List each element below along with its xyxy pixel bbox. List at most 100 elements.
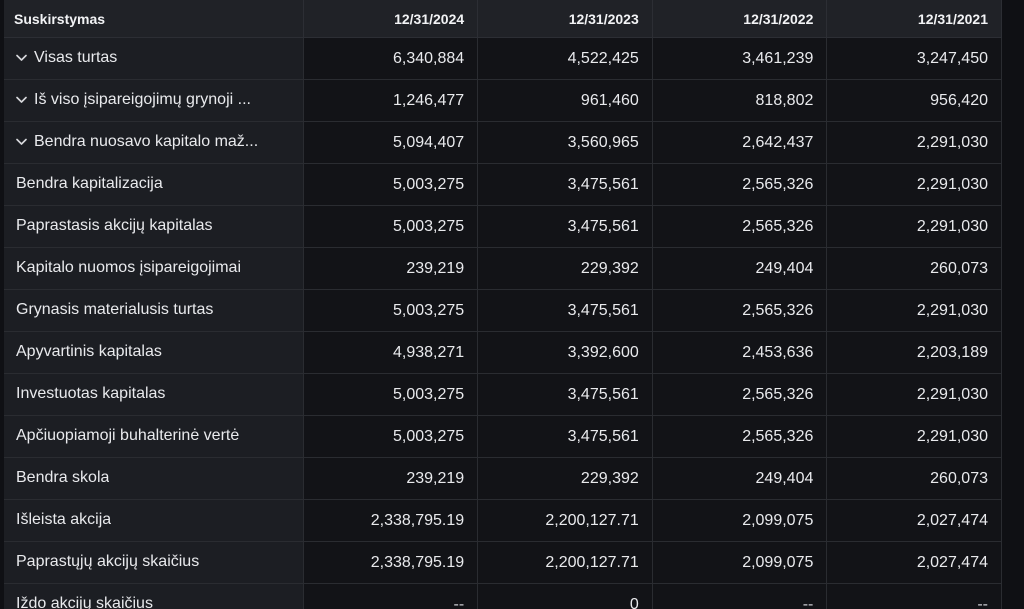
value-cell: 3,475,561 — [477, 205, 653, 248]
value-cell: 5,003,275 — [303, 289, 479, 332]
value-cell: 5,003,275 — [303, 205, 479, 248]
row-label-cell: Apyvartinis kapitalas — [4, 331, 304, 374]
row-label: Kapitalo nuomos įsipareigojimai — [16, 259, 242, 277]
value-cell: 5,094,407 — [303, 121, 479, 164]
value-cell: -- — [652, 583, 828, 609]
value-cell: 2,203,189 — [826, 331, 1002, 374]
value-cell: 3,247,450 — [826, 37, 1002, 80]
row-label-cell: Apčiuopiamoji buhalterinė vertė — [4, 415, 304, 458]
value-cell: 2,291,030 — [826, 205, 1002, 248]
row-label: Iš viso įsipareigojimų grynoji ... — [34, 91, 251, 109]
value-cell: 1,246,477 — [303, 79, 479, 122]
value-cell: 260,073 — [826, 247, 1002, 290]
value-cell: 2,642,437 — [652, 121, 828, 164]
value-cell: -- — [826, 583, 1002, 609]
table-row[interactable]: Bendra nuosavo kapitalo maž... 5,094,407 3… — [4, 121, 1002, 164]
value-cell: 2,291,030 — [826, 163, 1002, 206]
value-cell: 818,802 — [652, 79, 828, 122]
value-cell: 2,565,326 — [652, 163, 828, 206]
table-header: Suskirstymas 12/31/2024 12/31/2023 12/31… — [4, 0, 1002, 38]
table-row: Investuotas kapitalas 5,003,275 3,475,561 2… — [4, 373, 1002, 416]
row-label: Išleista akcija — [16, 511, 112, 529]
value-cell: 4,522,425 — [477, 37, 653, 80]
row-label-cell: Paprastasis akcijų kapitalas — [4, 205, 304, 248]
row-label: Paprastųjų akcijų skaičius — [16, 553, 200, 571]
value-cell: -- — [303, 583, 479, 609]
value-cell: 2,099,075 — [652, 499, 828, 542]
table-row[interactable]: Iš viso įsipareigojimų grynoji ... 1,246,… — [4, 79, 1002, 122]
row-label-cell: Išleista akcija — [4, 499, 304, 542]
row-label-cell[interactable]: Bendra nuosavo kapitalo maž... — [4, 121, 304, 164]
value-cell: 2,027,474 — [826, 541, 1002, 584]
chevron-down-icon[interactable] — [16, 54, 28, 62]
value-cell: 2,338,795.19 — [303, 499, 479, 542]
header-period[interactable]: 12/31/2024 — [303, 0, 479, 38]
row-label-cell: Paprastųjų akcijų skaičius — [4, 541, 304, 584]
row-label: Bendra skola — [16, 469, 110, 487]
value-cell: 2,565,326 — [652, 289, 828, 332]
value-cell: 4,938,271 — [303, 331, 479, 374]
table-row: Apčiuopiamoji buhalterinė vertė 5,003,275… — [4, 415, 1002, 458]
row-label: Apyvartinis kapitalas — [16, 343, 162, 361]
row-label: Paprastasis akcijų kapitalas — [16, 217, 213, 235]
table-row: Apyvartinis kapitalas 4,938,271 3,392,600 2… — [4, 331, 1002, 374]
table-row: Bendra skola 239,219 229,392 249,404 260,073 — [4, 457, 1002, 500]
value-cell: 961,460 — [477, 79, 653, 122]
value-cell: 2,565,326 — [652, 415, 828, 458]
row-label-cell[interactable]: Iš viso įsipareigojimų grynoji ... — [4, 79, 304, 122]
value-cell: 2,291,030 — [826, 121, 1002, 164]
value-cell: 3,475,561 — [477, 373, 653, 416]
value-cell: 2,291,030 — [826, 415, 1002, 458]
header-period[interactable]: 12/31/2021 — [826, 0, 1002, 38]
header-period[interactable]: 12/31/2022 — [652, 0, 828, 38]
table-row: Bendra kapitalizacija 5,003,275 3,475,561 2… — [4, 163, 1002, 206]
header-breakdown: Suskirstymas — [4, 0, 304, 38]
header-period[interactable]: 12/31/2023 — [477, 0, 653, 38]
row-label-cell: Iždo akcijų skaičius — [4, 583, 304, 609]
value-cell: 0 — [477, 583, 653, 609]
table-body: Visas turtas 6,340,884 4,522,425 3,461,239 3… — [4, 37, 1002, 609]
row-label: Bendra nuosavo kapitalo maž... — [34, 133, 259, 151]
value-cell: 2,027,474 — [826, 499, 1002, 542]
value-cell: 229,392 — [477, 247, 653, 290]
table-row: Grynasis materialusis turtas 5,003,275 3,4… — [4, 289, 1002, 332]
row-label-cell: Kapitalo nuomos įsipareigojimai — [4, 247, 304, 290]
value-cell: 239,219 — [303, 247, 479, 290]
value-cell: 5,003,275 — [303, 163, 479, 206]
chevron-down-icon[interactable] — [16, 138, 28, 146]
value-cell: 2,565,326 — [652, 373, 828, 416]
table-row: Paprastųjų akcijų skaičius 2,338,795.19 2,… — [4, 541, 1002, 584]
row-label: Iždo akcijų skaičius — [16, 595, 153, 609]
row-label: Bendra kapitalizacija — [16, 175, 163, 193]
row-label-cell: Bendra skola — [4, 457, 304, 500]
value-cell: 2,200,127.71 — [477, 499, 653, 542]
value-cell: 3,392,600 — [477, 331, 653, 374]
value-cell: 2,200,127.71 — [477, 541, 653, 584]
value-cell: 3,560,965 — [477, 121, 653, 164]
value-cell: 2,565,326 — [652, 205, 828, 248]
row-label-cell: Grynasis materialusis turtas — [4, 289, 304, 332]
value-cell: 2,099,075 — [652, 541, 828, 584]
value-cell: 2,338,795.19 — [303, 541, 479, 584]
value-cell: 249,404 — [652, 247, 828, 290]
header-row: Suskirstymas 12/31/2024 12/31/2023 12/31… — [4, 0, 1002, 38]
value-cell: 956,420 — [826, 79, 1002, 122]
value-cell: 239,219 — [303, 457, 479, 500]
row-label: Visas turtas — [34, 49, 118, 67]
chevron-down-icon[interactable] — [16, 96, 28, 104]
row-label-cell[interactable]: Visas turtas — [4, 37, 304, 80]
value-cell: 2,453,636 — [652, 331, 828, 374]
value-cell: 5,003,275 — [303, 415, 479, 458]
value-cell: 260,073 — [826, 457, 1002, 500]
table-row[interactable]: Visas turtas 6,340,884 4,522,425 3,461,239 3… — [4, 37, 1002, 80]
value-cell: 6,340,884 — [303, 37, 479, 80]
financial-table-container: Suskirstymas 12/31/2024 12/31/2023 12/31… — [0, 0, 1024, 609]
table-row: Iždo akcijų skaičius -- 0 -- -- — [4, 583, 1002, 609]
value-cell: 3,475,561 — [477, 289, 653, 332]
value-cell: 3,475,561 — [477, 415, 653, 458]
row-label: Grynasis materialusis turtas — [16, 301, 214, 319]
row-label: Apčiuopiamoji buhalterinė vertė — [16, 427, 240, 445]
table-row: Kapitalo nuomos įsipareigojimai 239,219 22… — [4, 247, 1002, 290]
row-label-cell: Bendra kapitalizacija — [4, 163, 304, 206]
row-label: Investuotas kapitalas — [16, 385, 166, 403]
